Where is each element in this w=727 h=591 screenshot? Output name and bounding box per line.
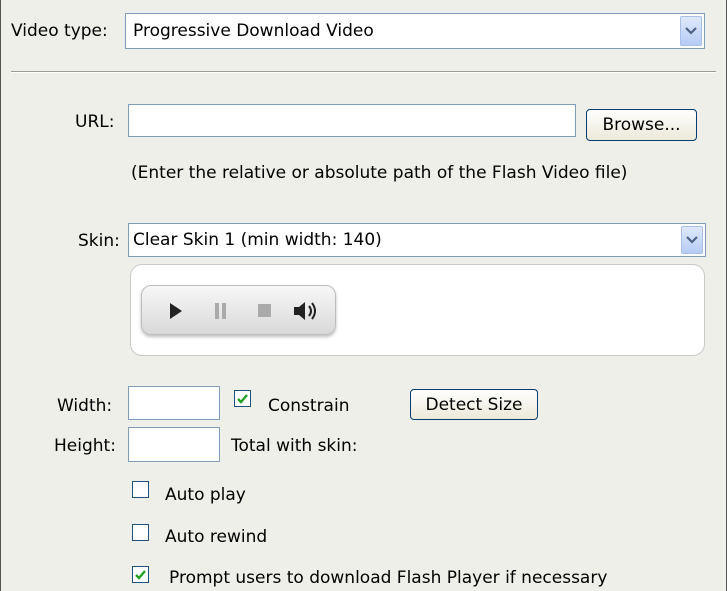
video-type-value: Progressive Download Video	[133, 21, 374, 41]
prompt-checkbox[interactable]	[132, 566, 149, 583]
section-divider	[11, 71, 716, 73]
video-type-select[interactable]: Progressive Download Video	[125, 13, 705, 49]
skin-preview	[130, 264, 705, 356]
url-input[interactable]	[128, 104, 576, 137]
pause-icon	[215, 303, 226, 319]
skin-controlbar	[141, 285, 336, 335]
checkmark-icon	[135, 569, 146, 580]
constrain-checkbox[interactable]	[234, 390, 251, 407]
skin-value: Clear Skin 1 (min width: 140)	[133, 230, 382, 250]
total-with-skin-label: Total with skin:	[231, 436, 358, 456]
height-label: Height:	[54, 436, 116, 456]
height-input[interactable]	[128, 427, 220, 462]
width-label: Width:	[57, 396, 113, 416]
auto-rewind-label: Auto rewind	[165, 527, 268, 547]
skin-label: Skin:	[78, 231, 120, 251]
constrain-label: Constrain	[268, 396, 350, 416]
stop-icon	[258, 304, 271, 317]
play-icon	[170, 303, 182, 319]
chevron-down-icon[interactable]	[680, 16, 702, 46]
auto-rewind-checkbox[interactable]	[132, 524, 149, 541]
prompt-label: Prompt users to download Flash Player if…	[169, 568, 608, 588]
url-label: URL:	[75, 112, 115, 132]
flash-video-dialog: Video type: Progressive Download Video U…	[0, 0, 727, 591]
chevron-down-icon[interactable]	[681, 226, 703, 254]
url-hint: (Enter the relative or absolute path of …	[131, 163, 628, 183]
checkmark-icon	[237, 393, 248, 404]
video-type-label: Video type:	[11, 21, 108, 41]
auto-play-checkbox[interactable]	[132, 481, 149, 498]
skin-select[interactable]: Clear Skin 1 (min width: 140)	[128, 223, 706, 257]
width-input[interactable]	[128, 386, 220, 420]
browse-button[interactable]: Browse...	[586, 109, 697, 141]
detect-size-button[interactable]: Detect Size	[410, 389, 538, 420]
speaker-icon	[294, 302, 316, 320]
auto-play-label: Auto play	[165, 485, 246, 505]
